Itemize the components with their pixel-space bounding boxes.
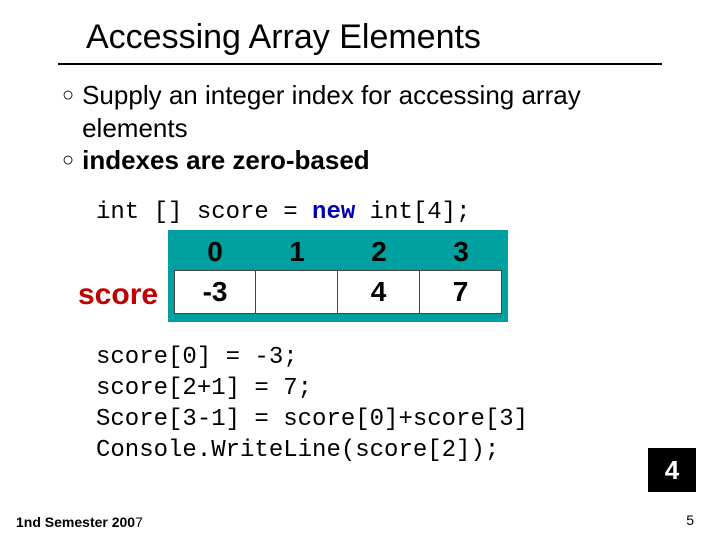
footer-part: 1	[16, 514, 24, 530]
code-text: int [] score =	[96, 199, 312, 226]
code-line: score[0] = -3;	[96, 342, 662, 373]
array-cell: 7	[420, 270, 502, 314]
bullet-text: indexes are zero-based	[82, 144, 370, 177]
index-row: 0 1 2 3	[174, 236, 502, 268]
footer-part: Semester 200	[41, 514, 135, 530]
title-divider	[58, 63, 662, 65]
bullet-list: ○ Supply an integer index for accessing …	[62, 79, 662, 177]
slide-title: Accessing Array Elements	[86, 18, 662, 57]
slide-number: 5	[686, 512, 694, 528]
footer-part: 7	[135, 514, 143, 530]
footer-text: 1nd Semester 2007	[16, 514, 143, 530]
ring-bullet-icon: ○	[62, 148, 74, 173]
cell-row: -3 4 7	[174, 270, 502, 314]
code-block: score[0] = -3; score[2+1] = 7; Score[3-1…	[96, 342, 662, 467]
array-box: 0 1 2 3 -3 4 7	[168, 230, 508, 322]
array-cell: 4	[338, 270, 420, 314]
bullet-item: ○ indexes are zero-based	[62, 144, 662, 177]
ring-bullet-icon: ○	[62, 83, 74, 108]
index-label: 3	[420, 236, 502, 268]
code-declaration: int [] score = new int[4];	[96, 199, 662, 226]
index-label: 0	[174, 236, 256, 268]
index-label: 2	[338, 236, 420, 268]
index-label: 1	[256, 236, 338, 268]
code-line: Console.WriteLine(score[2]);	[96, 435, 662, 466]
code-keyword: new	[312, 199, 355, 226]
code-text: int[4];	[355, 199, 470, 226]
bullet-text: Supply an integer index for accessing ar…	[82, 79, 662, 144]
footer-part: nd	[24, 514, 41, 530]
array-cell	[256, 270, 338, 314]
output-badge: 4	[648, 448, 696, 492]
bullet-item: ○ Supply an integer index for accessing …	[62, 79, 662, 144]
code-line: Score[3-1] = score[0]+score[3]	[96, 404, 662, 435]
code-line: score[2+1] = 7;	[96, 373, 662, 404]
array-visualization: score 0 1 2 3 -3 4 7	[78, 230, 662, 322]
array-cell: -3	[174, 270, 256, 314]
array-name-label: score	[78, 280, 158, 322]
